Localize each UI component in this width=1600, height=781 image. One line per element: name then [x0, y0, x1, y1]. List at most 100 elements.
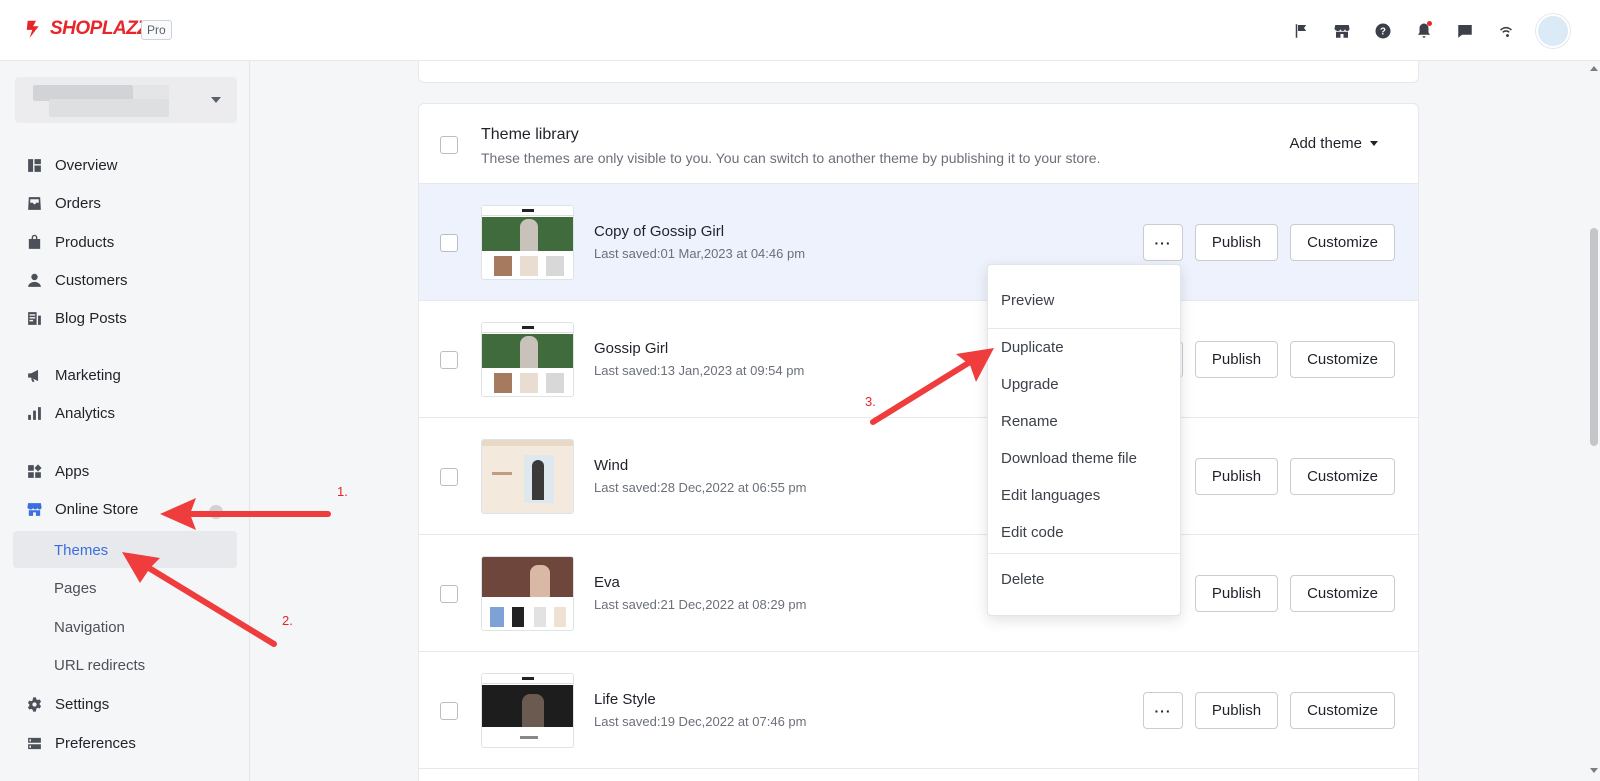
products-icon: [28, 234, 41, 249]
sidebar-subitem-themes[interactable]: Themes: [54, 535, 108, 565]
sidebar-item-label: Settings: [55, 695, 110, 713]
customize-button[interactable]: Customize: [1290, 575, 1395, 612]
theme-checkbox[interactable]: [440, 468, 458, 486]
store-icon[interactable]: [1321, 14, 1362, 48]
theme-row: Gossip Girl Last saved:13 Jan,2023 at 09…: [419, 301, 1418, 418]
theme-checkbox[interactable]: [440, 702, 458, 720]
chat-icon[interactable]: [1444, 14, 1485, 48]
sidebar-subitem-navigation[interactable]: Navigation: [54, 612, 125, 642]
sidebar-subitem-pages[interactable]: Pages: [54, 573, 97, 603]
avatar[interactable]: [1536, 14, 1570, 48]
theme-thumbnail[interactable]: [481, 205, 574, 280]
menu-item-download-theme-file[interactable]: Download theme file: [1001, 450, 1137, 467]
more-actions-button[interactable]: ···: [1143, 224, 1183, 261]
previous-card: [418, 61, 1419, 83]
sidebar-item-preferences[interactable]: Preferences: [26, 728, 236, 758]
scroll-up-arrow-icon[interactable]: [1590, 66, 1598, 71]
sidebar-item-online-store[interactable]: Online Store: [26, 494, 236, 524]
theme-checkbox[interactable]: [440, 234, 458, 252]
menu-item-preview[interactable]: Preview: [1001, 292, 1054, 309]
sidebar-item-orders[interactable]: Orders: [26, 188, 236, 218]
logo-mark-icon: [26, 20, 39, 39]
theme-checkbox[interactable]: [440, 585, 458, 603]
sidebar-subitem-url-redirects[interactable]: URL redirects: [54, 650, 145, 680]
sidebar-item-customers[interactable]: Customers: [26, 265, 236, 295]
theme-library-card: Theme library These themes are only visi…: [418, 103, 1419, 781]
sidebar-item-label: Blog Posts: [55, 309, 127, 327]
customize-button[interactable]: Customize: [1290, 458, 1395, 495]
theme-last-saved: Last saved:13 Jan,2023 at 09:54 pm: [594, 363, 805, 378]
theme-actions-menu: Preview Duplicate Upgrade Rename Downloa…: [987, 264, 1181, 616]
flag-icon[interactable]: [1280, 14, 1321, 48]
more-actions-button[interactable]: ···: [1143, 692, 1183, 729]
menu-item-rename[interactable]: Rename: [1001, 413, 1058, 430]
publish-button[interactable]: Publish: [1195, 224, 1278, 261]
svg-text:?: ?: [1380, 26, 1386, 37]
plan-badge: Pro: [141, 20, 172, 40]
select-all-checkbox[interactable]: [440, 136, 458, 154]
orders-icon: [28, 196, 41, 210]
theme-name: Life Style: [594, 691, 656, 708]
menu-item-duplicate[interactable]: Duplicate: [1001, 339, 1064, 356]
sidebar-item-settings[interactable]: Settings: [26, 689, 236, 719]
menu-item-edit-languages[interactable]: Edit languages: [1001, 487, 1100, 504]
caret-down-icon: [1370, 141, 1378, 146]
store-name-blurred: [133, 85, 169, 99]
help-icon[interactable]: ?: [1362, 14, 1403, 48]
caret-down-icon: [211, 97, 221, 103]
overview-icon: [28, 158, 41, 172]
sidebar-item-blog-posts[interactable]: Blog Posts: [26, 303, 236, 333]
sidebar-item-apps[interactable]: Apps: [26, 456, 236, 486]
scrollbar-thumb[interactable]: [1590, 228, 1598, 446]
theme-thumbnail[interactable]: [481, 322, 574, 397]
publish-button[interactable]: Publish: [1195, 692, 1278, 729]
customize-button[interactable]: Customize: [1290, 692, 1395, 729]
theme-last-saved: Last saved:19 Dec,2022 at 07:46 pm: [594, 714, 807, 729]
publish-button[interactable]: Publish: [1195, 575, 1278, 612]
store-name-blurred: [49, 99, 169, 117]
add-theme-button[interactable]: Add theme: [1289, 135, 1378, 152]
menu-item-edit-code[interactable]: Edit code: [1001, 524, 1064, 541]
online-store-view-icon[interactable]: [209, 505, 223, 519]
megaphone-icon: [28, 369, 39, 382]
bell-icon[interactable]: [1403, 14, 1444, 48]
theme-last-saved: Last saved:28 Dec,2022 at 06:55 pm: [594, 480, 807, 495]
menu-item-upgrade[interactable]: Upgrade: [1001, 376, 1059, 393]
theme-name: Copy of Gossip Girl: [594, 223, 725, 240]
menu-divider: [988, 328, 1180, 329]
publish-button[interactable]: Publish: [1195, 341, 1278, 378]
menu-item-delete[interactable]: Delete: [1001, 571, 1044, 588]
sidebar-item-marketing[interactable]: Marketing: [26, 360, 236, 390]
analytics-icon: [28, 406, 41, 420]
sidebar-item-analytics[interactable]: Analytics: [26, 398, 236, 428]
annotation-step-1: 1.: [337, 484, 348, 499]
sidebar-item-label: Online Store: [55, 500, 139, 518]
theme-thumbnail[interactable]: [481, 556, 574, 631]
theme-checkbox[interactable]: [440, 351, 458, 369]
sidebar-item-label: Orders: [55, 194, 101, 212]
theme-row: Copy of Gossip Girl Last saved:01 Mar,20…: [419, 184, 1418, 301]
customize-button[interactable]: Customize: [1290, 341, 1395, 378]
sidebar-item-label: Customers: [55, 271, 128, 289]
wifi-icon[interactable]: [1485, 14, 1526, 48]
header-actions: ?: [1280, 14, 1570, 48]
sidebar-item-label: Products: [55, 233, 115, 251]
theme-thumbnail[interactable]: [481, 439, 574, 514]
store-selector[interactable]: [15, 77, 237, 123]
theme-row: Wind Last saved:28 Dec,2022 at 06:55 pm …: [419, 418, 1418, 535]
sidebar-item-products[interactable]: Products: [26, 227, 236, 257]
apps-icon: [28, 463, 42, 478]
publish-button[interactable]: Publish: [1195, 458, 1278, 495]
theme-thumbnail[interactable]: [481, 673, 574, 748]
sidebar-item-label: Preferences: [55, 734, 136, 752]
top-bar: SHOPLAZZA Pro ?: [0, 0, 1600, 61]
theme-row: Eva Last saved:21 Dec,2022 at 08:29 pm P…: [419, 535, 1418, 652]
annotation-step-3: 3.: [865, 394, 876, 409]
theme-library-header: Theme library These themes are only visi…: [419, 104, 1418, 184]
theme-name: Wind: [594, 457, 629, 474]
customize-button[interactable]: Customize: [1290, 224, 1395, 261]
preferences-icon: [28, 737, 41, 749]
storefront-icon: [27, 502, 42, 516]
scroll-down-arrow-icon[interactable]: [1590, 768, 1598, 773]
sidebar-item-overview[interactable]: Overview: [26, 150, 236, 180]
